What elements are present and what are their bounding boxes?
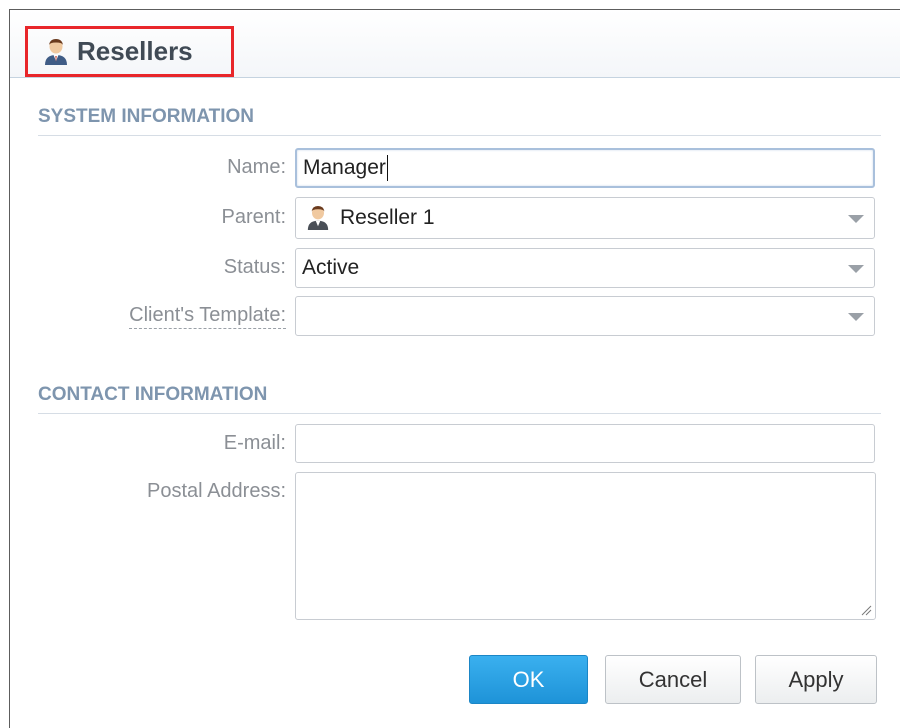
chevron-down-icon [848, 313, 864, 321]
text-caret [386, 155, 388, 181]
postal-address-textarea[interactable] [295, 472, 876, 620]
clients-template-select[interactable] [295, 296, 875, 336]
chevron-down-icon [848, 215, 864, 223]
status-label: Status: [223, 256, 286, 278]
parent-select[interactable]: Reseller 1 [295, 197, 875, 239]
chevron-down-icon [848, 265, 864, 273]
title-highlight-box: Resellers [25, 26, 234, 77]
name-label: Name: [227, 156, 286, 178]
apply-button[interactable]: Apply [755, 655, 877, 704]
name-input[interactable]: Manager [295, 148, 875, 188]
system-information-heading: SYSTEM INFORMATION [38, 106, 255, 127]
parent-select-value: Reseller 1 [340, 206, 435, 229]
reseller-user-icon [307, 206, 329, 230]
resize-grip-icon[interactable] [860, 604, 872, 616]
page-title: Resellers [77, 36, 193, 66]
parent-label: Parent: [221, 206, 286, 228]
section-divider [38, 413, 881, 414]
clients-template-label-text: Client's Template: [129, 304, 286, 329]
status-select[interactable]: Active [295, 248, 875, 288]
window-header: Resellers [10, 10, 900, 78]
postal-address-label: Postal Address: [147, 480, 286, 502]
ok-button[interactable]: OK [469, 655, 588, 704]
reseller-edit-window: Resellers SYSTEM INFORMATION Name: Manag… [9, 9, 900, 728]
name-input-value: Manager [303, 156, 386, 179]
contact-information-heading: CONTACT INFORMATION [38, 384, 268, 405]
status-select-value: Active [302, 256, 360, 279]
clients-template-label[interactable]: Client's Template: [26, 304, 286, 329]
section-divider [38, 135, 881, 136]
reseller-user-icon [45, 38, 67, 65]
email-input[interactable] [295, 424, 875, 463]
email-label: E-mail: [223, 432, 286, 454]
cancel-button[interactable]: Cancel [605, 655, 741, 704]
